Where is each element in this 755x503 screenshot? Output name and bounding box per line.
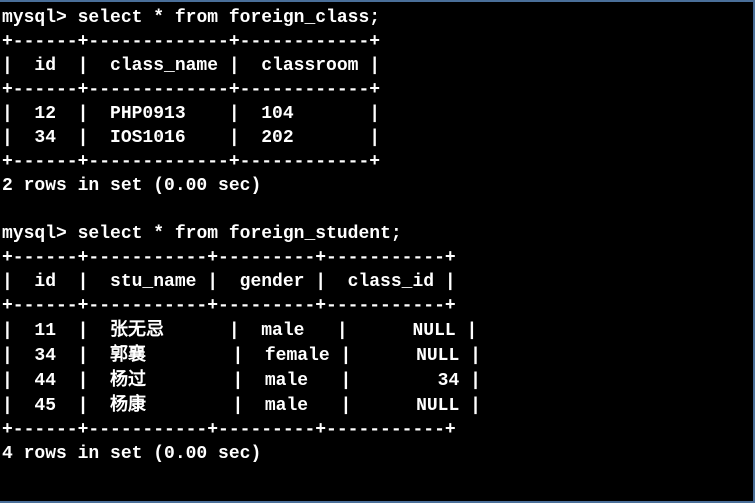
sql-query: select * from foreign_student; <box>78 224 402 244</box>
sql-query: select * from foreign_class; <box>78 8 380 28</box>
mysql-terminal[interactable]: mysql> select * from foreign_class; +---… <box>0 0 755 503</box>
table-header: | id | stu_name | gender | class_id | <box>2 272 456 292</box>
table-border: +------+-----------+---------+----------… <box>2 296 456 316</box>
prompt: mysql> <box>2 224 67 244</box>
table-row: | 34 | 郭襄 | female | NULL | <box>2 346 481 366</box>
table-border: +------+-----------+---------+----------… <box>2 248 456 268</box>
table-border: +------+-------------+------------+ <box>2 80 380 100</box>
table-row: | 34 | IOS1016 | 202 | <box>2 128 380 148</box>
stu-name-cell: 杨过 <box>110 369 146 390</box>
table-row: | 44 | 杨过 | male | 34 | <box>2 371 481 391</box>
table-row: | 12 | PHP0913 | 104 | <box>2 104 380 124</box>
table-row: | 45 | 杨康 | male | NULL | <box>2 396 481 416</box>
stu-name-cell: 张无忌 <box>110 319 164 340</box>
stu-name-cell: 郭襄 <box>110 344 146 365</box>
table-border: +------+-------------+------------+ <box>2 152 380 172</box>
status-line: 4 rows in set (0.00 sec) <box>2 444 261 464</box>
prompt: mysql> <box>2 8 67 28</box>
table-row: | 11 | 张无忌 | male | NULL | <box>2 321 477 341</box>
table-border: +------+-------------+------------+ <box>2 32 380 52</box>
table-border: +------+-----------+---------+----------… <box>2 420 456 440</box>
stu-name-cell: 杨康 <box>110 394 146 415</box>
table-header: | id | class_name | classroom | <box>2 56 380 76</box>
status-line: 2 rows in set (0.00 sec) <box>2 176 261 196</box>
